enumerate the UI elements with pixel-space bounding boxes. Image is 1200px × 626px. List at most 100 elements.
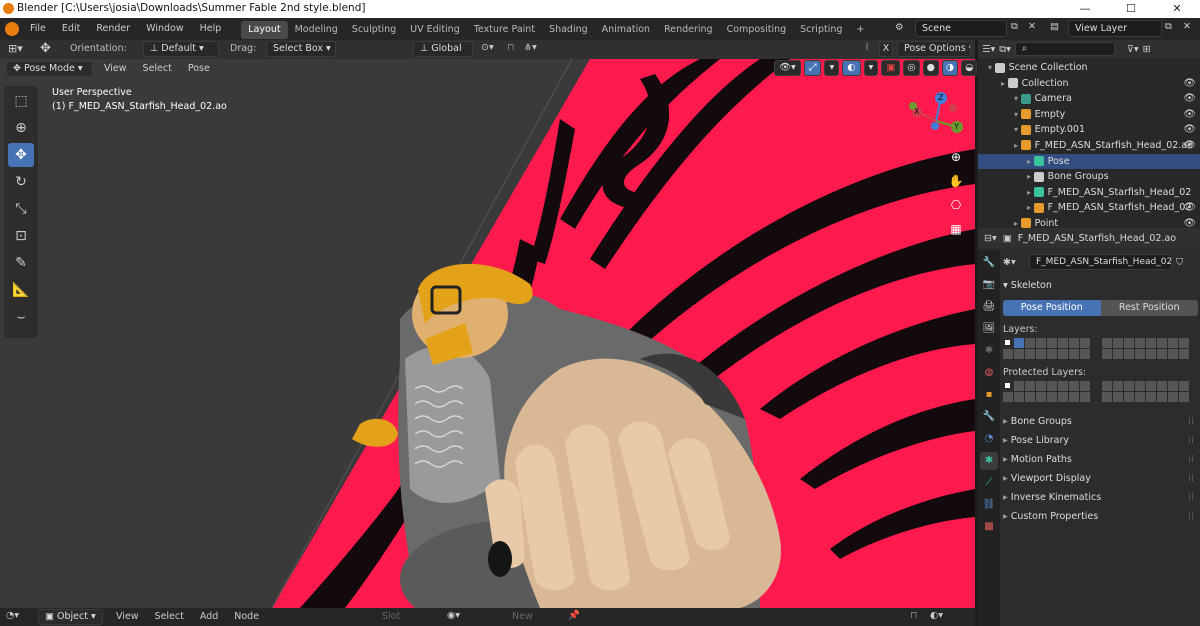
outliner-row[interactable]: ▸ F_MED_ASN_Starfish_Head_02 👁: [978, 200, 1200, 216]
pin-icon[interactable]: 📌: [568, 610, 580, 621]
layer-grid-right[interactable]: [1102, 338, 1189, 359]
outliner-row[interactable]: ▾ Empty.001 👁: [978, 122, 1200, 138]
close-button[interactable]: ✕: [1154, 0, 1200, 18]
modifier-tab-icon[interactable]: 🔧: [980, 408, 998, 426]
expand-arrow-icon[interactable]: ▸: [1027, 203, 1034, 212]
mode-dropdown[interactable]: ✥ Pose Mode ▾: [6, 61, 93, 77]
tab-sculpting[interactable]: Sculpting: [345, 21, 403, 39]
pose-options-dropdown[interactable]: Pose Options ▾: [897, 41, 971, 57]
viewport-menu-pose[interactable]: Pose: [180, 61, 218, 77]
menu-window[interactable]: Window: [138, 18, 191, 40]
snapping-icon[interactable]: ⊓: [507, 42, 514, 53]
tab-scripting[interactable]: Scripting: [793, 21, 849, 39]
snap-settings-icon[interactable]: ⋔▾: [524, 42, 537, 53]
move-tool-icon[interactable]: ✥: [8, 143, 34, 167]
expand-arrow-icon[interactable]: ▾: [1014, 94, 1021, 103]
outliner-row[interactable]: ▸ Pose: [978, 153, 1200, 170]
3d-viewport[interactable]: [0, 59, 975, 608]
section-pose-library[interactable]: ▸ Pose Library ⁞⁞: [1003, 431, 1198, 450]
section-motion-paths[interactable]: ▸ Motion Paths ⁞⁞: [1003, 450, 1198, 469]
pan-hand-icon[interactable]: ✋: [945, 174, 967, 198]
drag-handle-icon[interactable]: ⁞⁞: [1188, 431, 1194, 450]
drag-dropdown[interactable]: Select Box ▾: [266, 41, 336, 57]
rest-position-button[interactable]: Rest Position: [1100, 300, 1198, 316]
orientation-dropdown[interactable]: ⊥ Default ▾: [143, 41, 219, 57]
perspective-toggle-icon[interactable]: ▦: [945, 222, 967, 246]
section-inverse-kinematics[interactable]: ▸ Inverse Kinematics ⁞⁞: [1003, 488, 1198, 507]
expand-arrow-icon[interactable]: ▸: [1027, 157, 1034, 166]
object-tab-icon[interactable]: ▪: [980, 386, 998, 404]
bone-tab-icon[interactable]: ⟋: [980, 474, 998, 492]
physics-tab-icon[interactable]: ◔: [980, 430, 998, 448]
tool-tab-icon[interactable]: 🔧: [980, 254, 998, 272]
tab-texture-paint[interactable]: Texture Paint: [467, 21, 542, 39]
outliner-row[interactable]: ▸ F_MED_ASN_Starfish_Head_02.ao 👁: [978, 138, 1200, 154]
menu-edit[interactable]: Edit: [54, 18, 88, 40]
visibility-eye-icon[interactable]: 👁: [1183, 76, 1196, 92]
outliner-search-input[interactable]: ⌕: [1014, 42, 1115, 56]
expand-arrow-icon[interactable]: ▸: [1001, 79, 1008, 88]
visibility-eye-icon[interactable]: 👁: [1183, 107, 1196, 123]
viewport-menu-view[interactable]: View: [96, 61, 135, 77]
bone-constraint-tab-icon[interactable]: ⛓: [980, 496, 998, 514]
expand-arrow-icon[interactable]: ▾: [1014, 110, 1021, 119]
bone-tool-icon[interactable]: ⌣: [8, 305, 34, 329]
visibility-eye-icon[interactable]: 👁: [1183, 122, 1196, 138]
navigation-gizmo[interactable]: Y Z X: [905, 90, 967, 152]
slot-dropdown[interactable]: Slot: [382, 611, 400, 622]
layer-grid-left[interactable]: [1003, 338, 1090, 359]
outliner-row[interactable]: ▾ Camera 👁: [978, 91, 1200, 107]
blender-menu-icon[interactable]: [5, 22, 19, 36]
protected-layers-grid[interactable]: [1003, 381, 1198, 402]
add-workspace-button[interactable]: +: [849, 21, 871, 39]
node-menu-select[interactable]: Select: [147, 609, 192, 625]
visibility-eye-icon[interactable]: 👁: [1183, 216, 1196, 228]
outliner-type-icon[interactable]: ☰▾: [982, 44, 995, 55]
viewport-menu-select[interactable]: Select: [135, 61, 180, 77]
display-mode-icon[interactable]: ⧉▾: [999, 44, 1011, 55]
gizmo-menu-icon[interactable]: ▾: [824, 60, 840, 76]
wireframe-shading-icon[interactable]: ◎: [903, 60, 920, 76]
new-collection-icon[interactable]: ⊞: [1143, 44, 1151, 55]
new-material-button[interactable]: New: [512, 611, 533, 622]
outliner-row[interactable]: ▸ F_MED_ASN_Starfish_Head_02: [978, 185, 1200, 201]
visibility-eye-icon[interactable]: 👁: [1183, 200, 1196, 216]
select-box-icon[interactable]: ⬚: [8, 89, 34, 113]
overlays-icon[interactable]: ◐▾: [930, 610, 943, 621]
annotate-tool-icon[interactable]: ✎: [8, 251, 34, 275]
tab-animation[interactable]: Animation: [595, 21, 657, 39]
minimize-button[interactable]: —: [1062, 0, 1108, 18]
outliner-row[interactable]: ▸ Point 👁: [978, 216, 1200, 228]
scale-tool-icon[interactable]: ⤡: [8, 197, 34, 221]
gizmo-toggle-icon[interactable]: ⤢: [803, 60, 822, 76]
fake-user-shield-icon[interactable]: ⛉: [1176, 257, 1183, 268]
node-editor-type-icon[interactable]: ◔▾: [6, 610, 19, 621]
outliner-row[interactable]: ▸ Bone Groups: [978, 169, 1200, 185]
tab-uv-editing[interactable]: UV Editing: [403, 21, 467, 39]
pose-position-button[interactable]: Pose Position: [1003, 300, 1101, 316]
expand-arrow-icon[interactable]: ▸: [1014, 141, 1021, 150]
drag-handle-icon[interactable]: ⁞⁞: [1188, 488, 1194, 507]
drag-handle-icon[interactable]: ⁞⁞: [1188, 507, 1194, 526]
tab-modeling[interactable]: Modeling: [288, 21, 345, 39]
new-view-layer-icon[interactable]: ⧉: [1165, 21, 1172, 32]
cursor-icon[interactable]: ⊕: [8, 116, 34, 140]
rotate-tool-icon[interactable]: ↻: [8, 170, 34, 194]
section-viewport-display[interactable]: ▸ Viewport Display ⁞⁞: [1003, 469, 1198, 488]
pivot-point-icon[interactable]: ⊙▾: [481, 42, 494, 53]
editor-type-icon[interactable]: ⊞▾: [8, 42, 23, 55]
measure-tool-icon[interactable]: 📐: [8, 278, 34, 302]
expand-arrow-icon[interactable]: ▸: [1027, 172, 1034, 181]
output-tab-icon[interactable]: 🖨: [980, 298, 998, 316]
node-menu-node[interactable]: Node: [226, 609, 267, 625]
protected-grid-left[interactable]: [1003, 381, 1090, 402]
delete-view-layer-icon[interactable]: ✕: [1183, 21, 1191, 32]
menu-render[interactable]: Render: [88, 18, 138, 40]
rendered-shading-icon[interactable]: ◒: [961, 60, 978, 76]
outliner-row[interactable]: ▸ Collection 👁: [978, 76, 1200, 92]
properties-type-icon[interactable]: ⊟▾: [984, 233, 997, 244]
view-layer-tab-icon[interactable]: 🖼: [980, 320, 998, 338]
section-custom-properties[interactable]: ▸ Custom Properties ⁞⁞: [1003, 507, 1198, 526]
xray-toggle-icon[interactable]: ▣: [881, 60, 901, 76]
expand-arrow-icon[interactable]: ▾: [988, 63, 995, 72]
